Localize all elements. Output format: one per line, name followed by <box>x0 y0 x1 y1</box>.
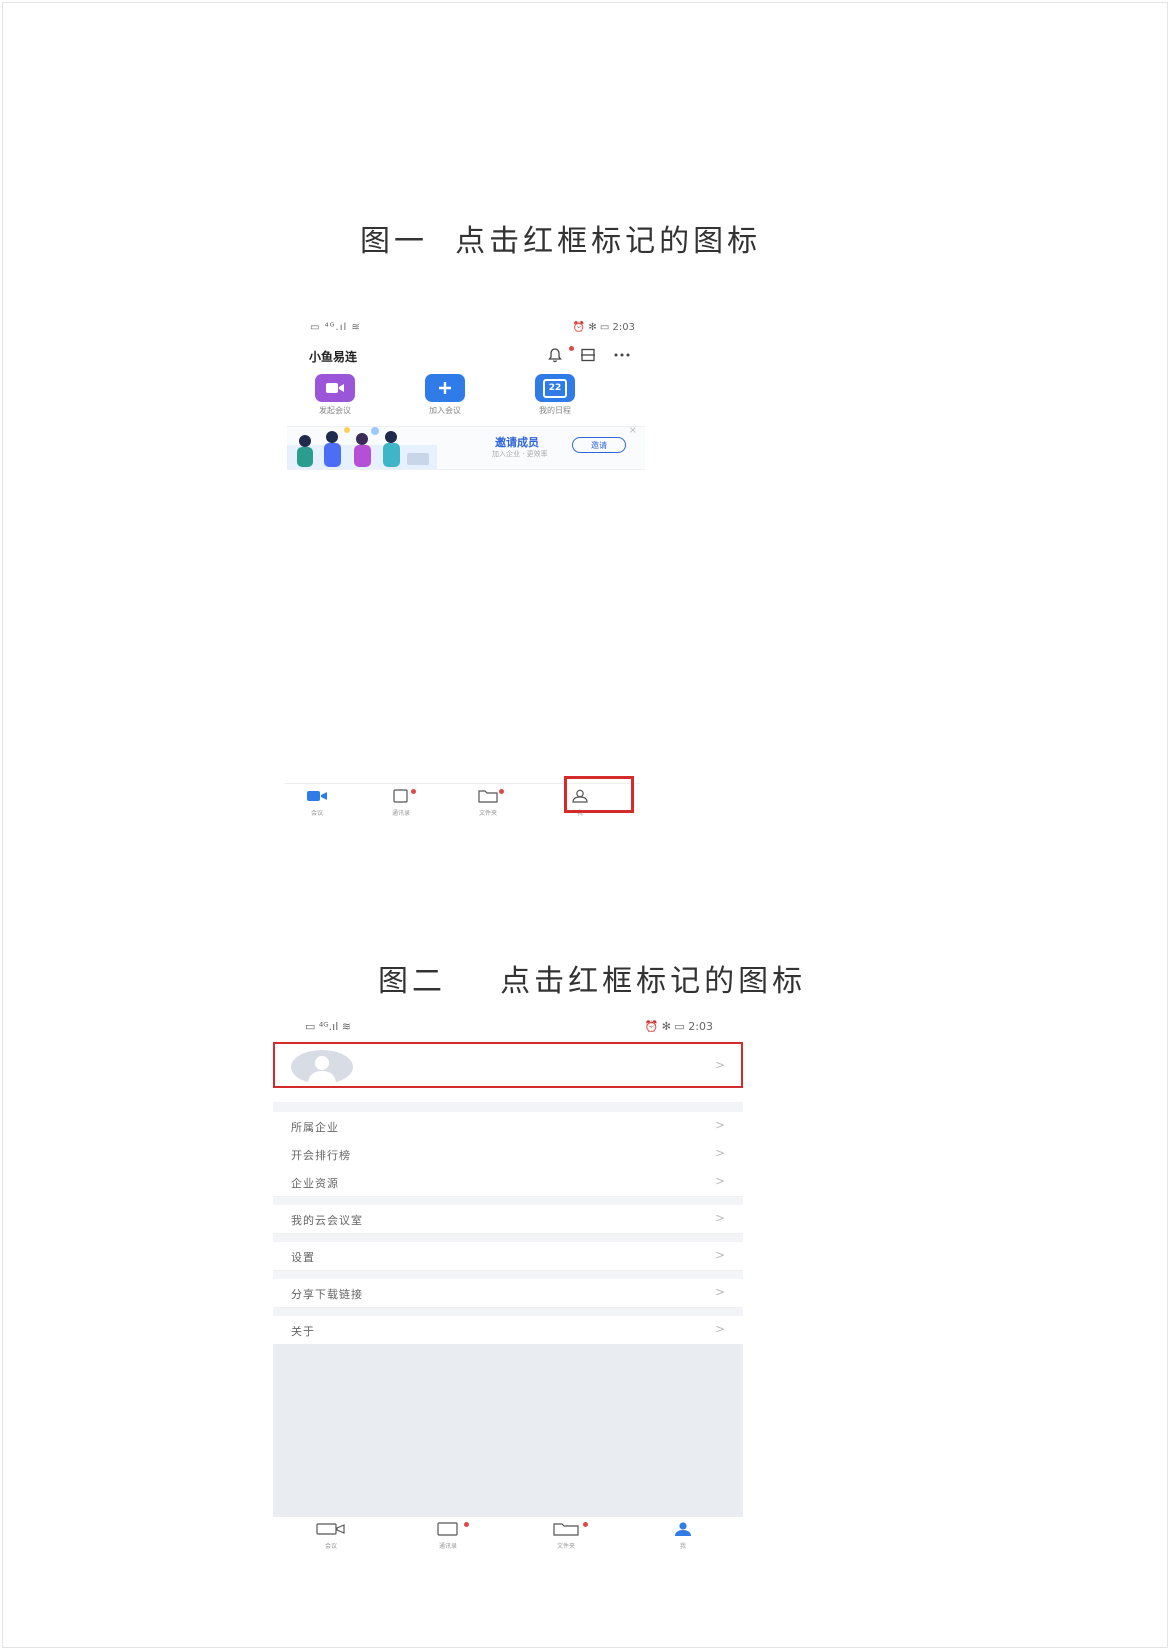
invite-title: 邀请成员 <box>495 436 539 449</box>
app-title: 小鱼易连 <box>309 350 358 364</box>
more-icon[interactable] <box>613 347 631 367</box>
tab-contacts[interactable]: 通讯录 <box>408 1521 488 1550</box>
screenshot-home: ▭ ⁴ᴳ.ıl ≋ ⏰ ✻ ▭ 2:03 小鱼易连 发起会议 加入会议 22 我… <box>285 318 645 818</box>
tab-label: 通讯录 <box>391 810 410 817</box>
signal-status: ▭ ⁴ᴳ.ıl ≋ <box>305 1020 351 1033</box>
menu-item-company[interactable]: 所属企业 > <box>273 1112 743 1141</box>
figure-2-caption: 图二 点击红框标记的图标 <box>378 964 807 999</box>
menu-item-resources[interactable]: 企业资源 > <box>273 1168 743 1197</box>
highlight-box-me-tab <box>564 776 634 813</box>
empty-area <box>273 1344 743 1517</box>
chevron-right-icon: > <box>714 1174 725 1188</box>
menu-item-label: 分享下载链接 <box>291 1288 363 1301</box>
highlight-box-profile <box>273 1042 743 1088</box>
chevron-right-icon: > <box>714 1211 725 1225</box>
invite-subtitle: 加入企业 · 更效率 <box>492 450 548 458</box>
invite-button[interactable]: 邀请 <box>572 437 626 453</box>
start-meeting-label: 发起会议 <box>319 406 351 415</box>
folder-tab-icon <box>553 1523 579 1536</box>
join-meeting-button[interactable]: 加入会议 <box>405 374 485 416</box>
menu-item-cloud-room[interactable]: 我的云会议室 > <box>273 1205 743 1234</box>
tab-label: 文件夹 <box>478 810 497 817</box>
menu-item-label: 关于 <box>291 1325 315 1338</box>
menu-item-label: 企业资源 <box>291 1177 339 1190</box>
contacts-tab-icon <box>437 1522 458 1536</box>
clock-status: ⏰ ✻ ▭ 2:03 <box>644 1020 714 1033</box>
menu-item-label: 设置 <box>291 1251 315 1264</box>
figure-1-caption: 图一 点击红框标记的图标 <box>360 224 762 259</box>
plus-icon <box>425 374 465 402</box>
tab-contacts[interactable]: 通讯录 <box>371 788 431 817</box>
tab-label: 会议 <box>324 1543 337 1550</box>
status-bar: ▭ ⁴ᴳ.ıl ≋ ⏰ ✻ ▭ 2:03 <box>273 1012 743 1042</box>
menu-item-ranking[interactable]: 开会排行榜 > <box>273 1140 743 1169</box>
tab-meeting[interactable]: 会议 <box>287 788 347 817</box>
menu-item-label: 所属企业 <box>291 1121 339 1134</box>
tab-label: 我 <box>679 1543 686 1550</box>
menu-item-share-link[interactable]: 分享下载链接 > <box>273 1279 743 1308</box>
notification-dot <box>583 1522 588 1527</box>
chevron-right-icon: > <box>714 1248 725 1262</box>
notification-dot <box>464 1522 469 1527</box>
camera-tab-icon <box>307 791 327 801</box>
video-camera-icon <box>315 374 355 402</box>
menu-item-about[interactable]: 关于 > <box>273 1316 743 1344</box>
notification-dot <box>499 789 504 794</box>
invite-banner[interactable]: 邀请成员 加入企业 · 更效率 邀请 × <box>287 425 645 470</box>
menu-item-label: 开会排行榜 <box>291 1149 351 1162</box>
tab-meeting[interactable]: 会议 <box>291 1521 371 1550</box>
status-bar: ▭ ⁴ᴳ.ıl ≋ ⏰ ✻ ▭ 2:03 <box>285 318 645 338</box>
start-meeting-button[interactable]: 发起会议 <box>295 374 375 416</box>
my-schedule-label: 我的日程 <box>539 406 571 415</box>
chevron-right-icon: > <box>714 1285 725 1299</box>
chevron-right-icon: > <box>714 1322 725 1336</box>
clock-status: ⏰ ✻ ▭ 2:03 <box>572 322 635 333</box>
close-icon[interactable]: × <box>629 425 637 436</box>
join-meeting-label: 加入会议 <box>429 406 461 415</box>
calendar-icon: 22 <box>535 374 575 402</box>
folder-tab-icon <box>478 790 498 803</box>
chevron-right-icon: > <box>714 1118 725 1132</box>
chevron-right-icon: > <box>714 1146 725 1160</box>
tab-label: 通讯录 <box>438 1543 457 1550</box>
menu-item-label: 我的云会议室 <box>291 1214 363 1227</box>
my-schedule-button[interactable]: 22 我的日程 <box>515 374 595 416</box>
menu-item-settings[interactable]: 设置 > <box>273 1242 743 1271</box>
contacts-tab-icon <box>393 789 408 803</box>
top-actions <box>535 345 631 367</box>
bell-icon[interactable] <box>547 345 574 367</box>
signal-status: ▭ ⁴ᴳ.ıl ≋ <box>310 322 361 333</box>
people-illustration <box>287 427 437 469</box>
calendar-badge: 22 <box>543 378 567 398</box>
tab-folder[interactable]: 文件夹 <box>526 1521 606 1550</box>
notification-dot <box>568 345 574 351</box>
scan-icon[interactable] <box>580 347 596 367</box>
tab-me[interactable]: 我 <box>643 1521 723 1550</box>
tab-folder[interactable]: 文件夹 <box>458 788 518 817</box>
tab-label: 会议 <box>310 810 323 817</box>
camera-tab-icon <box>316 1523 345 1535</box>
tab-bar: 会议 通讯录 文件夹 我 <box>273 1517 743 1550</box>
person-tab-icon <box>675 1522 691 1536</box>
notification-dot <box>411 789 416 794</box>
tab-label: 文件夹 <box>556 1543 575 1550</box>
screenshot-profile: ▭ ⁴ᴳ.ıl ≋ ⏰ ✻ ▭ 2:03 > 所属企业 > 开会排行榜 > 企业… <box>273 1012 743 1550</box>
